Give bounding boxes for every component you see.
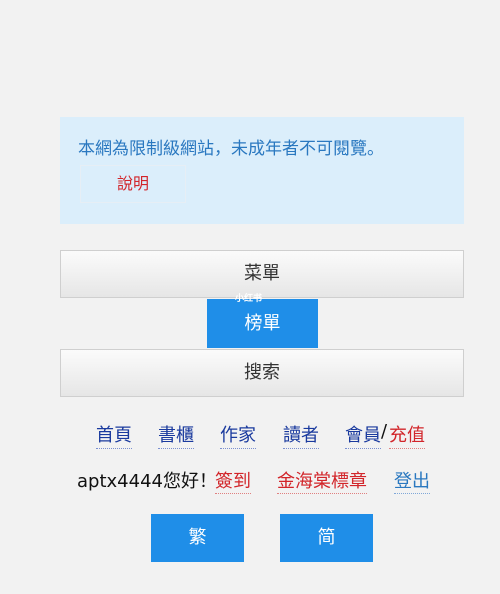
ranking-button[interactable]: 榜單	[207, 299, 318, 348]
traditional-chinese-button[interactable]: 繁	[151, 514, 244, 562]
user-greeting: aptx4444您好！	[77, 471, 217, 492]
notice-text: 本網為限制級網站，未成年者不可閱覽。	[78, 139, 384, 159]
watermark-text: 小红书	[235, 294, 263, 304]
restriction-notice: 本網為限制級網站，未成年者不可閱覽。 說明	[60, 117, 464, 224]
badge-link[interactable]: 金海棠標章	[277, 467, 367, 494]
nav-bookshelf-link[interactable]: 書櫃	[158, 421, 194, 449]
search-button[interactable]: 搜索	[60, 349, 464, 397]
nav-member-link[interactable]: 會員	[345, 421, 381, 449]
simplified-chinese-button[interactable]: 简	[280, 514, 373, 562]
nav-author-link[interactable]: 作家	[220, 421, 256, 449]
signin-link[interactable]: 簽到	[215, 467, 251, 494]
nav-recharge-link[interactable]: 充值	[389, 421, 425, 449]
explain-link[interactable]: 說明	[80, 165, 186, 203]
nav-home-link[interactable]: 首頁	[96, 421, 132, 449]
nav-separator: /	[381, 421, 388, 442]
nav-reader-link[interactable]: 讀者	[283, 421, 319, 449]
logout-link[interactable]: 登出	[394, 467, 430, 494]
